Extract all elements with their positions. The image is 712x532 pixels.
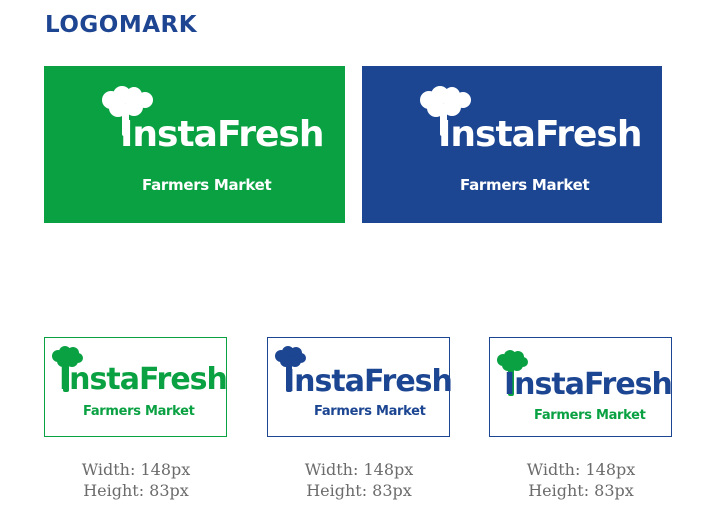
height-label: Height: 83px [83, 481, 189, 500]
logo: InstaFresh Farmers Market [44, 66, 345, 223]
logo-card-small-mixed: InstaFresh Farmers Market [489, 337, 673, 437]
tagline: Farmers Market [142, 176, 272, 194]
width-label: Width: 148px [304, 460, 414, 479]
logo: InstaFresh Farmers Market [268, 338, 453, 436]
wordmark: InstaFresh [438, 114, 642, 155]
logo-card-small-green: InstaFresh Farmers Market [44, 337, 228, 437]
tagline: Farmers Market [460, 176, 590, 194]
logo-card-green: InstaFresh Farmers Market [44, 66, 345, 223]
logo: InstaFresh Farmers Market [490, 338, 673, 436]
logo: InstaFresh Farmers Market [45, 338, 228, 436]
height-label: Height: 83px [306, 481, 412, 500]
tagline: Farmers Market [314, 404, 426, 419]
wordmark: InstaFresh [120, 114, 324, 155]
logo-card-small-blue: InstaFresh Farmers Market [267, 337, 453, 437]
wordmark: InstaFresh [59, 362, 228, 397]
size-caption: Width: 148px Height: 83px [46, 459, 226, 501]
width-label: Width: 148px [81, 460, 191, 479]
wordmark: InstaFresh [504, 367, 673, 402]
size-caption: Width: 148px Height: 83px [491, 459, 671, 501]
logo-card-blue: InstaFresh Farmers Market [362, 66, 662, 223]
logo: InstaFresh Farmers Market [362, 66, 662, 223]
width-label: Width: 148px [526, 460, 636, 479]
section-title: LOGOMARK [45, 12, 198, 38]
tagline: Farmers Market [534, 408, 646, 423]
wordmark: InstaFresh [284, 364, 453, 399]
size-caption: Width: 148px Height: 83px [269, 459, 449, 501]
height-label: Height: 83px [528, 481, 634, 500]
tagline: Farmers Market [83, 404, 195, 419]
